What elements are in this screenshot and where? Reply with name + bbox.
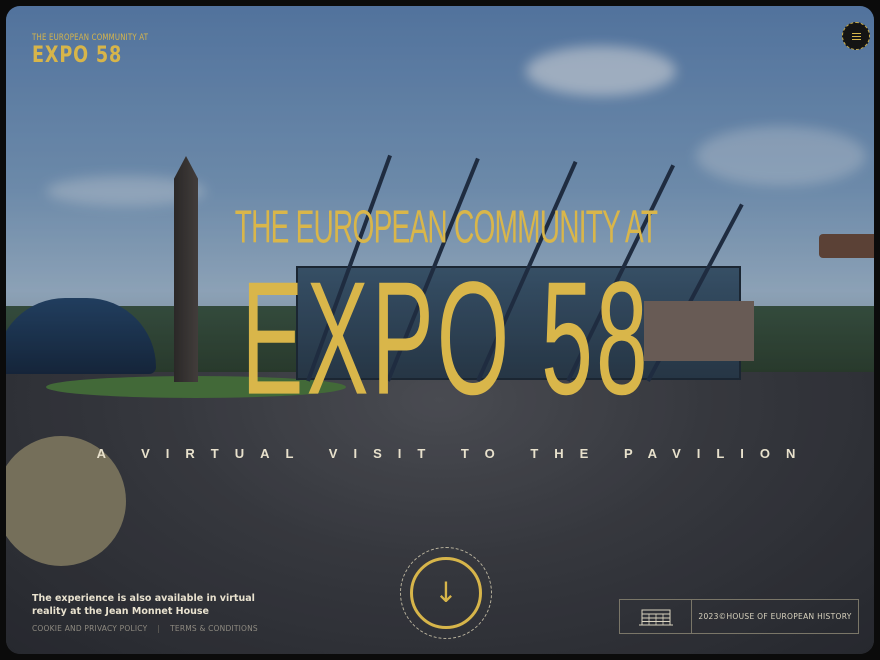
credit-box[interactable]: 2023©HOUSE OF EUROPEAN HISTORY	[619, 599, 859, 634]
hamburger-menu-icon	[851, 32, 861, 40]
copyright-text: 2023©HOUSE OF EUROPEAN HISTORY	[698, 612, 852, 621]
hero-title-line2: EXPO 58	[241, 247, 651, 429]
link-separator: |	[157, 624, 161, 633]
logo-title: EXPO 58	[32, 41, 123, 68]
hero-title-line1: THE EUROPEAN COMMUNITY AT	[234, 200, 658, 253]
legal-links: COOKIE AND PRIVACY POLICY | TERMS & COND…	[32, 624, 258, 633]
arrow-down-icon: ↓	[434, 576, 458, 609]
site-logo[interactable]: THE EUROPEAN COMMUNITY AT EXPO 58	[32, 32, 149, 68]
cookie-privacy-link[interactable]: COOKIE AND PRIVACY POLICY	[32, 624, 147, 633]
hero-subtitle: A VIRTUAL VISIT TO THE PAVILION	[96, 446, 812, 461]
menu-button[interactable]	[842, 22, 870, 50]
scroll-down-button[interactable]: ↓	[400, 547, 492, 639]
vr-availability-notice: The experience is also available in virt…	[32, 593, 255, 617]
logo-subtitle: THE EUROPEAN COMMUNITY AT	[32, 32, 149, 43]
app-frame: THE EUROPEAN COMMUNITY AT EXPO 58 THE EU…	[6, 6, 874, 654]
terms-conditions-link[interactable]: TERMS & CONDITIONS	[170, 624, 258, 633]
house-of-european-history-building-icon	[620, 600, 692, 633]
scroll-down-ring: ↓	[410, 557, 482, 629]
